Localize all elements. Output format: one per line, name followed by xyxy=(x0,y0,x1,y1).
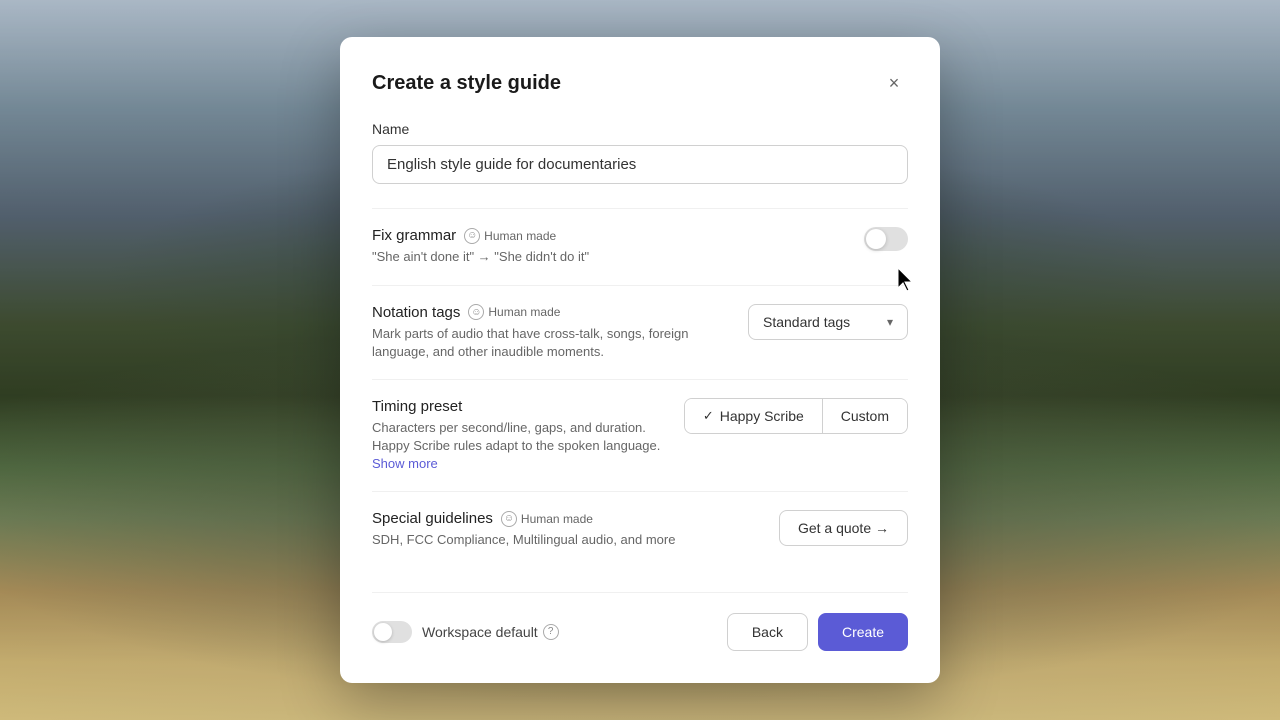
human-made-icon-notation: ☺ xyxy=(468,304,484,320)
workspace-default-area: Workspace default ? xyxy=(372,621,559,643)
special-guidelines-title: Special guidelines xyxy=(372,510,493,527)
notation-tags-badge-label: Human made xyxy=(488,305,560,319)
notation-tags-dropdown-value: Standard tags xyxy=(763,314,850,330)
modal-header: Create a style guide × xyxy=(372,69,908,97)
preset-custom-button[interactable]: Custom xyxy=(822,399,907,433)
timing-preset-group: ✓ Happy Scribe Custom xyxy=(684,398,908,434)
workspace-default-toggle-thumb xyxy=(374,623,392,641)
notation-tags-badge: ☺ Human made xyxy=(468,304,560,320)
fix-grammar-left: Fix grammar ☺ Human made "She ain't done… xyxy=(372,227,864,266)
get-a-quote-button[interactable]: Get a quote → xyxy=(779,510,908,546)
notation-tags-title-row: Notation tags ☺ Human made xyxy=(372,304,732,321)
preset-custom-label: Custom xyxy=(841,408,889,424)
preset-happy-scribe-button[interactable]: ✓ Happy Scribe xyxy=(685,399,822,433)
info-icon[interactable]: ? xyxy=(543,624,559,640)
notation-tags-section: Notation tags ☺ Human made Mark parts of… xyxy=(372,285,908,379)
human-made-icon-grammar: ☺ xyxy=(464,228,480,244)
fix-grammar-toggle-track[interactable] xyxy=(864,227,908,251)
name-field-label: Name xyxy=(372,121,908,137)
fix-grammar-desc: "She ain't done it" → "She didn't do it" xyxy=(372,248,848,266)
special-guidelines-badge-label: Human made xyxy=(521,512,593,526)
notation-tags-left: Notation tags ☺ Human made Mark parts of… xyxy=(372,304,748,361)
fix-grammar-toggle-thumb xyxy=(866,229,886,249)
notation-tags-right: Standard tags ▾ xyxy=(748,304,908,340)
footer-buttons: Back Create xyxy=(727,613,908,651)
notation-tags-title: Notation tags xyxy=(372,304,460,321)
notation-tags-dropdown[interactable]: Standard tags ▾ xyxy=(748,304,908,340)
workspace-default-text: Workspace default xyxy=(422,624,538,640)
special-guidelines-title-row: Special guidelines ☺ Human made xyxy=(372,510,763,527)
timing-preset-right: ✓ Happy Scribe Custom xyxy=(684,398,908,434)
fix-grammar-toggle[interactable] xyxy=(864,227,908,251)
special-guidelines-badge: ☺ Human made xyxy=(501,511,593,527)
human-made-icon-special: ☺ xyxy=(501,511,517,527)
modal-footer: Workspace default ? Back Create xyxy=(372,592,908,651)
notation-tags-desc: Mark parts of audio that have cross-talk… xyxy=(372,325,732,361)
timing-preset-title-row: Timing preset xyxy=(372,398,668,415)
special-guidelines-desc: SDH, FCC Compliance, Multilingual audio,… xyxy=(372,531,763,549)
workspace-default-toggle[interactable] xyxy=(372,621,412,643)
modal-backdrop: Create a style guide × Name Fix grammar … xyxy=(0,0,1280,720)
modal-container: Create a style guide × Name Fix grammar … xyxy=(340,37,940,682)
check-icon: ✓ xyxy=(703,408,714,424)
create-button[interactable]: Create xyxy=(818,613,908,651)
timing-preset-desc: Characters per second/line, gaps, and du… xyxy=(372,419,668,474)
fix-grammar-badge-label: Human made xyxy=(484,229,556,243)
chevron-down-icon: ▾ xyxy=(887,315,893,329)
special-guidelines-right: Get a quote → xyxy=(779,510,908,546)
show-more-link[interactable]: Show more xyxy=(372,456,438,471)
close-button[interactable]: × xyxy=(880,69,908,97)
timing-preset-desc-text: Characters per second/line, gaps, and du… xyxy=(372,420,660,453)
timing-preset-left: Timing preset Characters per second/line… xyxy=(372,398,684,474)
workspace-default-label: Workspace default ? xyxy=(422,624,559,640)
fix-grammar-title: Fix grammar xyxy=(372,227,456,244)
back-button[interactable]: Back xyxy=(727,613,808,651)
fix-grammar-section: Fix grammar ☺ Human made "She ain't done… xyxy=(372,208,908,284)
fix-grammar-title-row: Fix grammar ☺ Human made xyxy=(372,227,848,244)
fix-grammar-badge: ☺ Human made xyxy=(464,228,556,244)
preset-happy-scribe-label: Happy Scribe xyxy=(720,408,804,424)
timing-preset-title: Timing preset xyxy=(372,398,462,415)
fix-grammar-right xyxy=(864,227,908,251)
timing-preset-section: Timing preset Characters per second/line… xyxy=(372,379,908,492)
name-input[interactable] xyxy=(372,145,908,184)
modal-title: Create a style guide xyxy=(372,72,561,95)
special-guidelines-left: Special guidelines ☺ Human made SDH, FCC… xyxy=(372,510,779,549)
special-guidelines-section: Special guidelines ☺ Human made SDH, FCC… xyxy=(372,491,908,567)
